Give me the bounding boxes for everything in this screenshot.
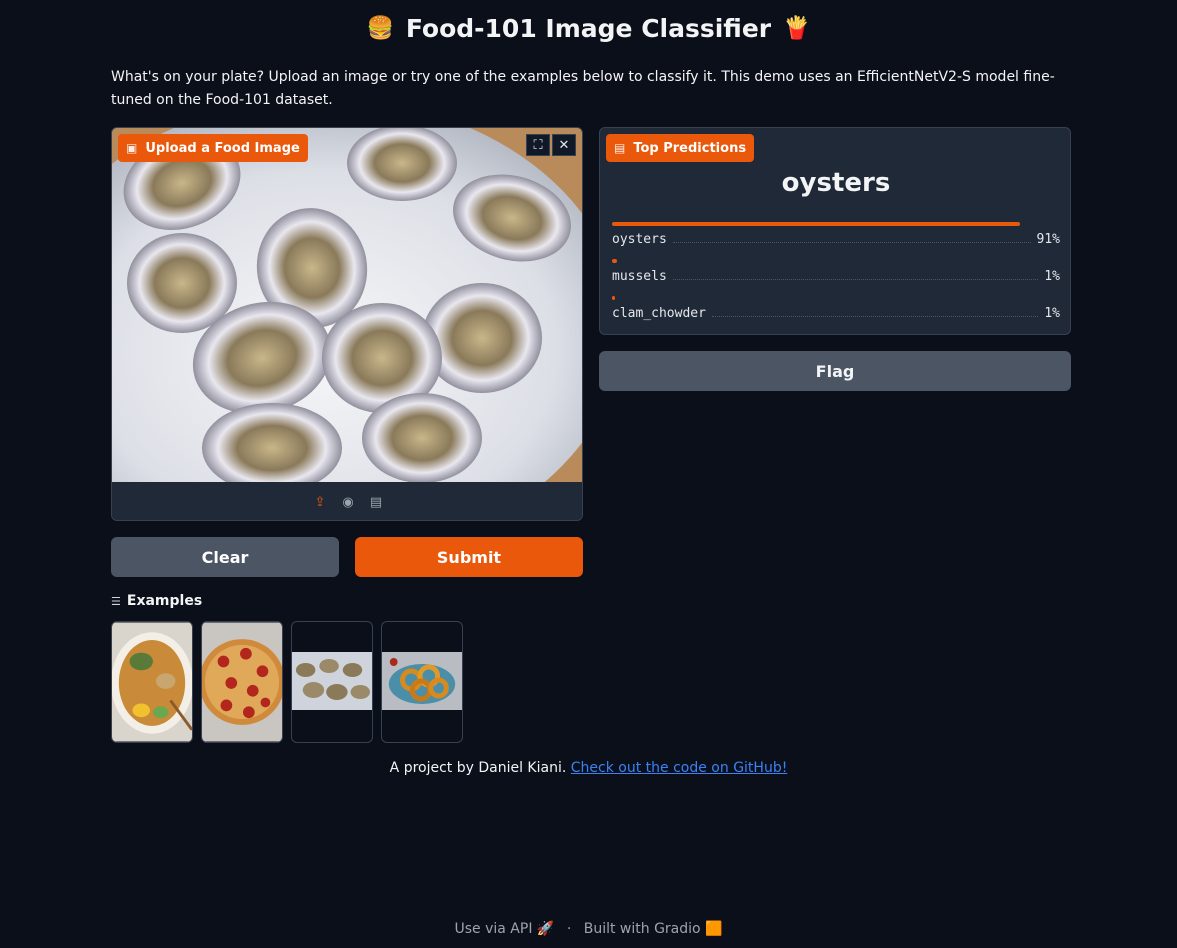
webcam-icon[interactable]: ◉: [340, 494, 356, 510]
page-title: 🍔 Food-101 Image Classifier 🍟: [0, 14, 1177, 43]
confidence-bar: [612, 296, 615, 300]
predictions-label: Top Predictions: [633, 140, 747, 156]
credit-text: A project by Daniel Kiani.: [389, 760, 567, 776]
example-ramen[interactable]: [111, 621, 193, 743]
confidence-value: 1%: [1044, 269, 1060, 284]
confidence-label: mussels: [612, 269, 667, 284]
flag-button[interactable]: Flag: [599, 351, 1071, 391]
github-link[interactable]: Check out the code on GitHub!: [571, 760, 788, 776]
confidence-value: 1%: [1044, 306, 1060, 321]
example-onion-rings[interactable]: [381, 621, 463, 743]
oysters-thumbnail: [292, 652, 372, 710]
description: What's on your plate? Upload an image or…: [111, 69, 1055, 108]
oysters-image: [112, 128, 582, 482]
confidence-label: oysters: [612, 232, 667, 247]
examples-gallery: [111, 621, 463, 743]
examples-label: Examples: [126, 593, 203, 609]
footer: Use via API 🚀 · Built with Gradio 🟧: [0, 921, 1177, 937]
footer-separator: ·: [566, 921, 572, 937]
predictions-panel: ▤ Top Predictions oysters oysters 91% mu…: [599, 127, 1071, 335]
confidence-row[interactable]: mussels 1%: [612, 259, 1060, 284]
confidence-bar: [612, 222, 1020, 226]
app-page: 🍔 Food-101 Image Classifier 🍟 What's on …: [0, 0, 1177, 948]
fries-emoji: 🍟: [783, 16, 811, 41]
ramen-thumbnail: [112, 622, 192, 742]
credit-line: A project by Daniel Kiani. Check out the…: [0, 760, 1177, 776]
image-icon: ▣: [126, 141, 138, 155]
examples-header: ☰ Examples: [111, 593, 202, 609]
image-upload-panel[interactable]: ▣ Upload a Food Image ⛶ ✕ ⇪ ◉ ▤: [111, 127, 583, 521]
clear-button[interactable]: Clear: [111, 537, 339, 577]
confidence-label: clam_chowder: [612, 306, 706, 321]
api-link[interactable]: Use via API: [455, 921, 533, 937]
confidence-row[interactable]: oysters 91%: [612, 222, 1060, 247]
onion-rings-thumbnail: [382, 652, 462, 710]
upload-label-badge: ▣ Upload a Food Image: [118, 134, 308, 162]
clipboard-icon[interactable]: ▤: [368, 494, 384, 510]
image-toolbar: ⛶ ✕: [526, 134, 576, 156]
pizza-thumbnail: [202, 622, 282, 742]
list-icon: ☰: [111, 594, 121, 608]
gradio-logo-icon: 🟧: [705, 921, 723, 937]
confidence-value: 91%: [1036, 232, 1060, 247]
confidence-bar: [612, 259, 617, 263]
example-pizza[interactable]: [201, 621, 283, 743]
close-icon[interactable]: ✕: [552, 134, 576, 156]
bar-chart-icon: ▤: [614, 141, 626, 155]
rocket-icon: 🚀: [536, 921, 555, 937]
top-prediction: oysters: [781, 168, 891, 198]
burger-emoji: 🍔: [366, 16, 394, 41]
gradio-link[interactable]: Built with Gradio: [584, 921, 701, 937]
predictions-label-badge: ▤ Top Predictions: [606, 134, 755, 162]
upload-icon[interactable]: ⇪: [312, 494, 328, 510]
submit-button[interactable]: Submit: [355, 537, 583, 577]
confidence-row[interactable]: clam_chowder 1%: [612, 296, 1060, 321]
example-oysters[interactable]: [291, 621, 373, 743]
upload-label: Upload a Food Image: [145, 140, 300, 156]
source-selector: ⇪ ◉ ▤: [112, 482, 582, 520]
title-text: Food-101 Image Classifier: [405, 14, 772, 43]
fullscreen-icon[interactable]: ⛶: [526, 134, 550, 156]
uploaded-image: [112, 128, 582, 482]
